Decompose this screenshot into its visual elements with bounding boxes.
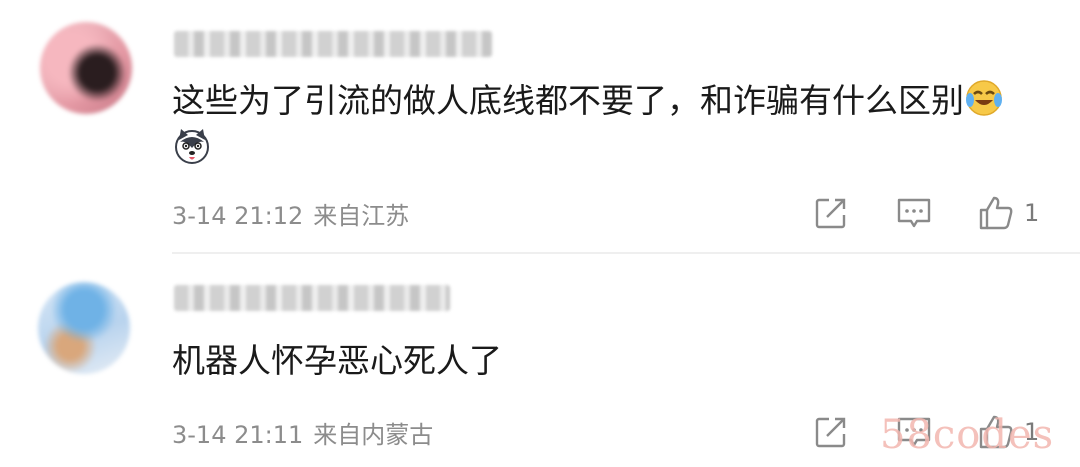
comment-text: 这些为了引流的做人底线都不要了，和诈骗有什么区别: [172, 77, 1022, 173]
like-count: 1: [1024, 199, 1040, 227]
comment-text: 机器人怀孕恶心死人了: [172, 337, 1022, 385]
divider: [172, 252, 1080, 254]
comment-text-content: 机器人怀孕恶心死人了: [172, 341, 502, 380]
thumbs-up-icon: [979, 196, 1013, 230]
reply-button[interactable]: [896, 193, 932, 233]
crying-laughing-emoji-icon: [964, 78, 1004, 118]
share-button[interactable]: [814, 193, 848, 233]
comment-item: 这些为了引流的做人底线都不要了，和诈骗有什么区别 3-14 21:12 来自江苏 …: [0, 0, 1080, 252]
like-button[interactable]: 1: [978, 193, 1039, 233]
share-button[interactable]: [814, 412, 848, 452]
comment-actions: 1: [0, 193, 1080, 233]
username-blurred[interactable]: [174, 31, 492, 57]
avatar[interactable]: [38, 282, 130, 374]
avatar[interactable]: [40, 22, 132, 114]
watermark: 58codes: [880, 412, 1055, 458]
husky-dog-emoji-icon: [172, 126, 212, 166]
share-icon: [815, 417, 846, 448]
comment-bubble-icon: [897, 198, 931, 228]
username-blurred[interactable]: [174, 285, 450, 311]
comment-text-content: 这些为了引流的做人底线都不要了，和诈骗有什么区别: [172, 81, 964, 120]
share-icon: [815, 198, 846, 229]
